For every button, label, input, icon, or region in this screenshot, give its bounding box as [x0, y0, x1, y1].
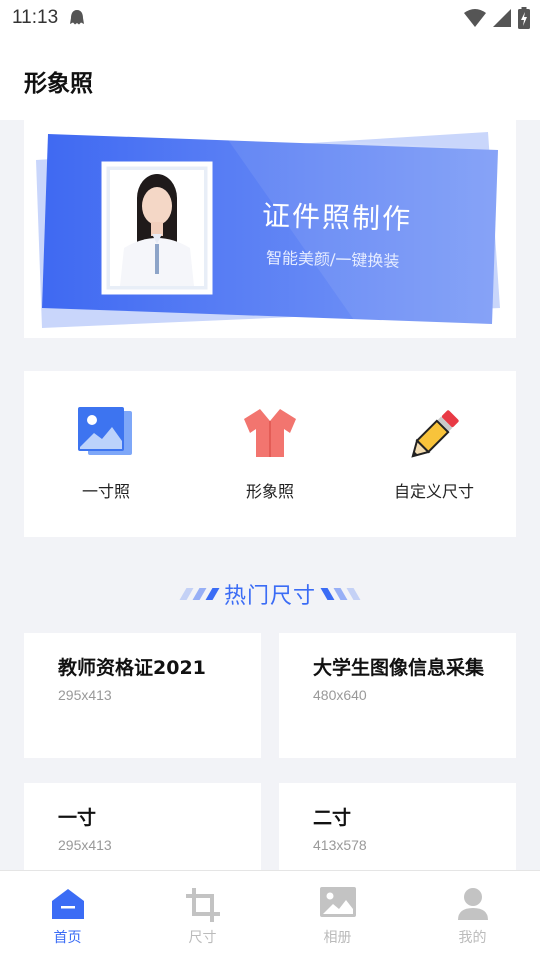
- home-icon: [51, 889, 84, 919]
- shirt-icon: [244, 408, 296, 457]
- feature-portrait[interactable]: 形象照: [188, 371, 352, 537]
- app-header: 形象照: [0, 36, 540, 120]
- size-card[interactable]: 一寸 295x413: [24, 783, 261, 871]
- banner-subtitle: 智能美颜/一键换装: [265, 248, 400, 271]
- crop-icon: [185, 888, 220, 922]
- nav-item-size[interactable]: 尺寸: [135, 871, 270, 960]
- signal-icon: [493, 9, 511, 27]
- photo-gallery-icon: [78, 407, 132, 455]
- status-bar: 11:13: [0, 0, 540, 36]
- nav-item-album[interactable]: 相册: [270, 871, 405, 960]
- feature-label: 自定义尺寸: [393, 482, 474, 501]
- size-dimensions: 480x640: [313, 687, 367, 703]
- size-dimensions: 295x413: [58, 687, 112, 703]
- album-icon: [319, 887, 356, 917]
- decor-slashes-left: [179, 588, 220, 600]
- nav-label: 我的: [458, 930, 487, 946]
- size-name: 一寸: [58, 807, 97, 829]
- nav-label: 相册: [323, 930, 352, 946]
- bottom-nav: 首页 尺寸 相册 我的: [0, 870, 540, 960]
- nav-item-profile[interactable]: 我的: [405, 871, 540, 960]
- size-dimensions: 413x578: [313, 837, 367, 853]
- wifi-icon: [464, 9, 486, 27]
- nav-item-home[interactable]: 首页: [0, 871, 135, 960]
- size-name: 大学生图像信息采集: [313, 657, 485, 679]
- portrait-photo: [101, 161, 213, 295]
- size-dimensions: 295x413: [58, 837, 112, 853]
- features-card: 一寸照 形象照 自定义尺寸: [24, 371, 516, 537]
- section-title: 热门尺寸: [223, 584, 316, 609]
- pencil-icon: [411, 410, 459, 458]
- size-card[interactable]: 大学生图像信息采集 480x640: [279, 633, 516, 758]
- feature-one-inch[interactable]: 一寸照: [24, 371, 188, 537]
- notification-icon: [70, 10, 85, 25]
- status-time: 11:13: [12, 7, 59, 28]
- status-indicators: [464, 7, 530, 29]
- page-title: 形象照: [24, 71, 93, 97]
- decor-slashes-right: [320, 588, 361, 600]
- section-heading: 热门尺寸: [0, 574, 540, 614]
- nav-label: 首页: [53, 930, 82, 946]
- size-card[interactable]: 教师资格证2021 295x413: [24, 633, 261, 758]
- size-name: 二寸: [313, 807, 352, 829]
- feature-label: 一寸照: [81, 482, 130, 501]
- feature-custom-size[interactable]: 自定义尺寸: [352, 371, 516, 537]
- size-name: 教师资格证2021: [58, 657, 206, 679]
- feature-label: 形象照: [245, 482, 294, 501]
- banner-title: 证件照制作: [261, 199, 413, 236]
- profile-icon: [457, 888, 488, 920]
- banner-card[interactable]: 证件照制作 智能美颜/一键换装: [24, 120, 516, 338]
- size-card[interactable]: 二寸 413x578: [279, 783, 516, 871]
- nav-label: 尺寸: [188, 930, 217, 946]
- battery-icon: [518, 7, 530, 29]
